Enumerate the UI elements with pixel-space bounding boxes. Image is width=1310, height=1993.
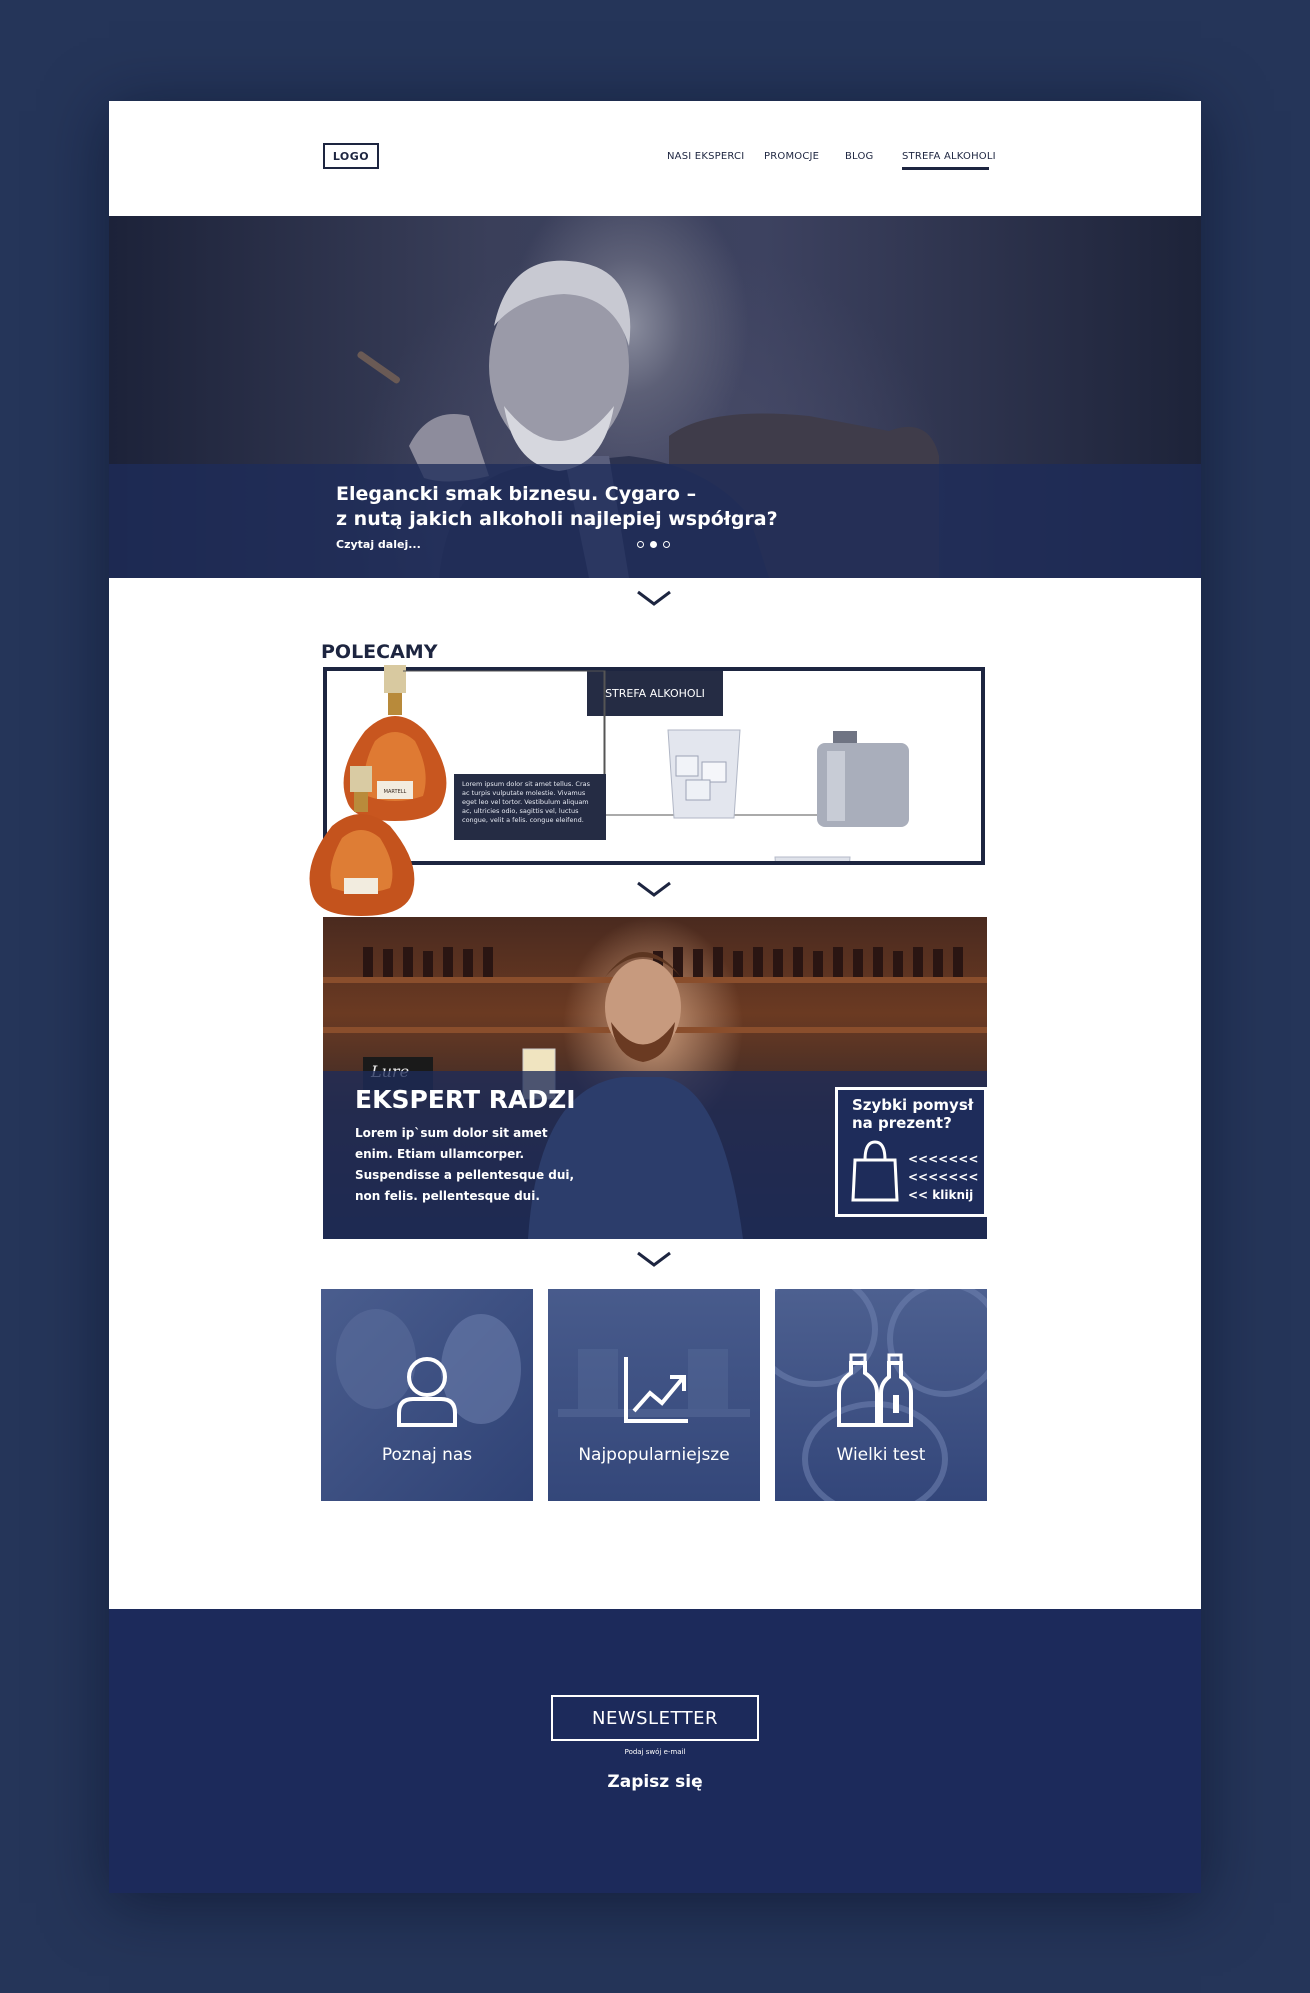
gift-arrows-line-2: <<<<<<< [908, 1170, 979, 1184]
shopping-bag-icon [851, 1140, 899, 1202]
chevron-down-icon[interactable] [636, 881, 672, 899]
tile-poznaj-nas[interactable]: Poznaj nas [321, 1289, 533, 1501]
hip-flask-icon[interactable] [813, 729, 913, 829]
slider-dot-1[interactable] [637, 541, 644, 548]
nav-strefa-alkoholi[interactable]: STREFA ALKOHOLI [902, 151, 996, 162]
page-card: LOGO NASI EKSPERCI PROMOCJE BLOG STREFA … [109, 101, 1201, 1893]
hero-slider[interactable]: Elegancki smak biznesu. Cygaro – z nutą … [109, 216, 1201, 578]
product-description: Lorem ipsum dolor sit amet tellus. Cras … [454, 774, 606, 840]
user-icon [397, 1357, 457, 1427]
gift-title: Szybki pomysł na prezent? [852, 1096, 974, 1132]
tile-label: Najpopularniejsze [578, 1445, 730, 1465]
expert-advice-banner[interactable]: Lure EKSPERT RADZI Lorem ip`sum dolor si… [323, 917, 987, 1239]
subscribe-button[interactable]: Zapisz się [551, 1772, 759, 1792]
hero-read-more-link[interactable]: Czytaj dalej... [336, 538, 421, 551]
whisky-glass-icon[interactable] [664, 726, 744, 826]
tile-najpopularniejsze[interactable]: Najpopularniejsze [548, 1289, 760, 1501]
slider-dot-2[interactable] [650, 541, 657, 548]
nav-promocje[interactable]: PROMOCJE [764, 151, 819, 162]
newsletter-hint: Podaj swój e-mail [624, 1748, 686, 1756]
expert-text: Lorem ip`sum dolor sit amet enim. Etiam … [355, 1126, 575, 1203]
expert-title: EKSPERT RADZI [355, 1085, 576, 1114]
gift-arrows: <<<<<<< <<<<<<< << kliknij [908, 1150, 978, 1204]
nav-blog[interactable]: BLOG [845, 151, 874, 162]
chevron-down-icon[interactable] [636, 1251, 672, 1269]
gift-idea-box[interactable]: Szybki pomysł na prezent? <<<<<<< <<<<<<… [835, 1087, 987, 1217]
section-title-polecamy: POLECAMY [321, 641, 438, 663]
bottles-icon [837, 1353, 913, 1427]
chevron-down-icon[interactable] [636, 590, 672, 608]
gift-arrows-line-1: <<<<<<< [908, 1152, 979, 1166]
tile-wielki-test[interactable]: Wielki test [775, 1289, 987, 1501]
hero-title: Elegancki smak biznesu. Cygaro – z nutą … [336, 483, 778, 530]
gift-click-link[interactable]: << kliknij [908, 1186, 978, 1204]
chart-trend-icon [624, 1357, 688, 1423]
slider-dot-3[interactable] [663, 541, 670, 548]
tile-label: Poznaj nas [381, 1445, 473, 1465]
newsletter-email-input[interactable]: NEWSLETTER [551, 1695, 759, 1741]
logo[interactable]: LOGO [323, 143, 379, 169]
tile-label: Wielki test [836, 1445, 926, 1465]
nav-nasi-eksperci[interactable]: NASI EKSPERCI [667, 151, 744, 162]
nav-active-indicator [902, 167, 989, 170]
